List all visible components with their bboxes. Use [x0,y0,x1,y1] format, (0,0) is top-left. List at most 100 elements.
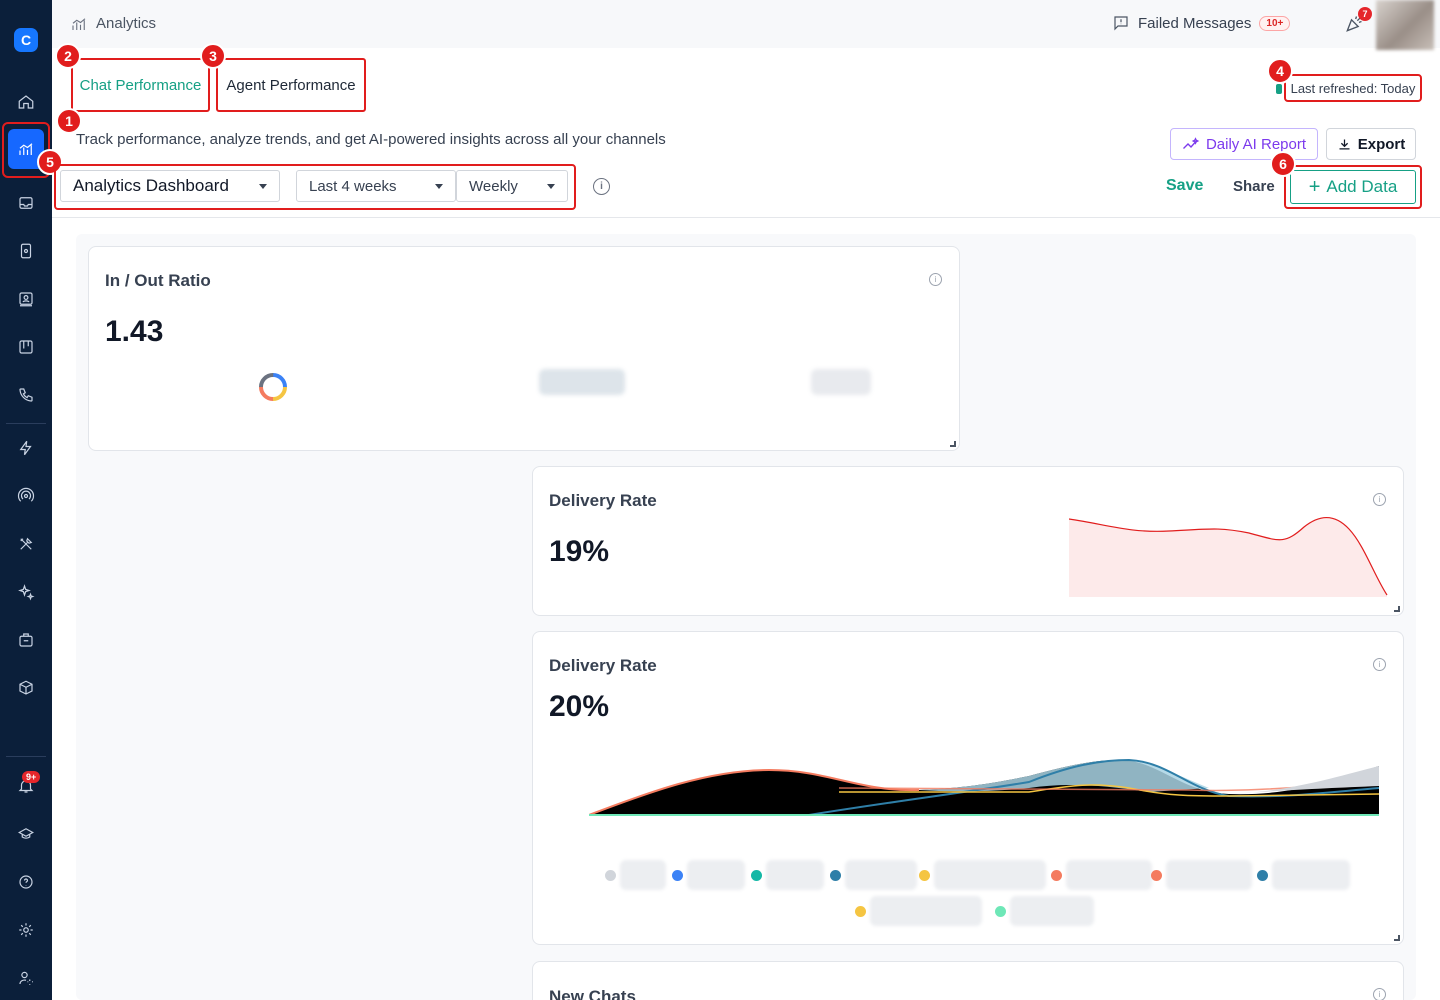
user-settings-icon[interactable] [0,960,52,996]
legend-item[interactable] [672,860,745,890]
user-avatar[interactable] [1376,0,1434,50]
legend-swatch [919,869,930,881]
tools-icon[interactable] [0,526,52,562]
date-range-select[interactable]: Last 4 weeks [296,170,456,202]
info-icon[interactable]: i [1373,658,1386,671]
legend-item[interactable] [1051,860,1152,890]
page-title: Analytics [96,15,157,32]
annotation-marker-6: 6 [1270,151,1296,177]
legend-label-blurred [870,896,982,926]
sidebar-notification-badge: 9+ [22,771,41,783]
trend-sparkle-icon [1182,137,1200,149]
info-icon[interactable]: i [929,273,942,286]
resize-handle[interactable] [1394,935,1400,941]
legend-item[interactable] [919,860,1046,890]
resize-handle[interactable] [1394,606,1400,612]
last-refreshed-label: Last refreshed: Today [1284,74,1422,102]
failed-messages-label: Failed Messages [1138,14,1252,32]
graduation-cap-icon[interactable] [0,816,52,852]
annotation-marker-3: 3 [200,43,226,69]
save-button[interactable]: Save [1166,177,1203,195]
tab-agent-performance[interactable]: Agent Performance [216,58,366,112]
blurred-legend-item [539,369,625,395]
delivery-rate-card[interactable]: Delivery Rate 19% i [532,466,1404,616]
help-icon[interactable] [0,864,52,900]
sparkle-ai-icon[interactable] [0,574,52,610]
legend-label-blurred [766,860,824,890]
legend-item[interactable] [1151,860,1252,890]
board-icon[interactable] [0,329,52,365]
card-title: In / Out Ratio [105,271,211,290]
legend-label-blurred [1166,860,1252,890]
legend-swatch [1151,869,1162,881]
frequency-select-value: Weekly [469,177,518,195]
info-icon[interactable]: i [593,178,610,195]
lightning-icon[interactable] [0,430,52,466]
dashboard-select-value: Analytics Dashboard [73,176,229,195]
page-subtitle: Track performance, analyze trends, and g… [76,131,666,148]
new-chats-card[interactable]: New Chats i [532,961,1404,1000]
legend-label-blurred [1010,896,1094,926]
info-icon[interactable]: i [1373,493,1386,506]
download-icon [1339,139,1350,149]
card-title: New Chats [549,987,636,1000]
legend-item[interactable] [995,896,1094,926]
top-bar: Analytics Failed Messages 10+ 7 [52,0,1440,50]
broadcast-icon[interactable] [0,478,52,514]
inbox-icon[interactable] [0,185,52,221]
export-button[interactable]: Export [1326,128,1416,160]
share-button[interactable]: Share [1233,178,1275,195]
daily-ai-report-label: Daily AI Report [1205,135,1307,153]
device-icon[interactable] [0,233,52,269]
blurred-legend-item [811,369,871,395]
package-settings-icon[interactable] [0,670,52,706]
legend-swatch [672,869,683,881]
loading-spinner-icon [259,373,287,401]
legend-item[interactable] [830,860,917,890]
sidebar-divider [6,423,46,424]
failed-messages-badge: 10+ [1259,15,1291,31]
settings-gear-icon[interactable] [0,912,52,948]
date-range-select-value: Last 4 weeks [309,177,397,195]
legend-swatch [855,905,866,917]
phone-icon[interactable] [0,377,52,413]
plus-icon: + [1308,176,1321,198]
info-icon[interactable]: i [1373,988,1386,1000]
card-title: Delivery Rate [549,656,657,675]
delivery-rate-breakdown-card[interactable]: Delivery Rate 20% i [532,631,1404,945]
tab-chat-performance[interactable]: Chat Performance [71,58,210,112]
sidebar: C 5 9+ [0,0,63,1000]
legend-swatch [995,905,1006,917]
add-data-button[interactable]: + Add Data [1290,170,1416,204]
legend-item[interactable] [751,860,824,890]
in-out-ratio-card[interactable]: In / Out Ratio 1.43 i [88,246,960,451]
home-icon[interactable] [0,84,52,120]
legend-item[interactable] [605,860,666,890]
briefcase-icon[interactable] [0,622,52,658]
chevron-down-icon [547,183,555,189]
app-logo[interactable]: C [14,28,38,52]
legend-swatch [830,869,841,881]
daily-ai-report-button[interactable]: Daily AI Report [1170,128,1318,160]
legend-label-blurred [1272,860,1350,890]
stacked-area-chart [589,758,1379,816]
legend-label-blurred [934,860,1046,890]
legend-label-blurred [1066,860,1152,890]
resize-handle[interactable] [950,441,956,447]
legend-label-blurred [620,860,666,890]
chevron-down-icon [435,183,443,189]
legend-label-blurred [687,860,745,890]
chevron-down-icon [259,183,267,189]
card-value: 20% [549,690,610,723]
legend-item[interactable] [1257,860,1350,890]
dashboard-select[interactable]: Analytics Dashboard [60,170,280,202]
failed-messages-button[interactable]: Failed Messages 10+ [1112,14,1291,32]
delivery-rate-sparkline [1069,516,1388,597]
add-data-label: Add Data [1326,177,1398,196]
legend-item[interactable] [855,896,982,926]
analytics-icon [72,18,86,30]
legend-swatch [605,869,616,881]
frequency-select[interactable]: Weekly [456,170,568,202]
contacts-icon[interactable] [0,281,52,317]
annotation-marker-4: 4 [1267,58,1293,84]
